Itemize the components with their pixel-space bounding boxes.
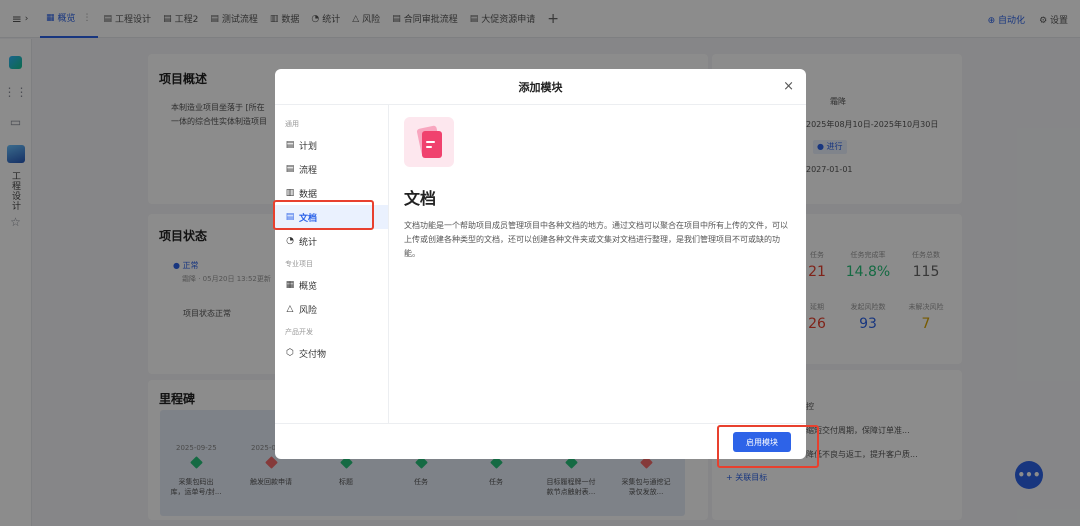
- module-item-label: 统计: [299, 237, 318, 248]
- module-item-label: 计划: [299, 141, 318, 152]
- close-icon[interactable]: ×: [783, 79, 794, 94]
- module-item[interactable]: ▤ 计划: [275, 133, 388, 157]
- module-item-label: 交付物: [299, 349, 327, 360]
- highlight-box: [273, 200, 374, 230]
- module-group-label: 产品开发: [285, 328, 313, 336]
- module-item[interactable]: ◔ 统计: [275, 229, 388, 253]
- module-item-icon: ▤: [285, 140, 295, 150]
- module-group-label: 专业项目: [285, 260, 313, 268]
- module-item-label: 数据: [299, 189, 318, 200]
- module-item-icon: △: [286, 304, 294, 314]
- module-item[interactable]: ▤ 流程: [275, 157, 388, 181]
- module-item-icon: ⬡: [286, 348, 294, 358]
- add-module-dialog: 添加模块 × 通用 ▤ 计划 ▤ 流程 ▥ 数据 ▤ 文档 ◔ 统计 专业项目 ▦ 概览 △ 风险 产品开发 ⬡ 交…: [275, 69, 806, 459]
- document-module-icon: [404, 117, 454, 167]
- module-item-icon: ▥: [285, 188, 295, 198]
- module-name: 文档: [404, 189, 437, 208]
- module-detail: 文档 文档功能是一个帮助项目成员管理项目中各种文档的地方。通过文档可以聚合在项目…: [404, 117, 799, 261]
- module-group-label: 通用: [285, 120, 299, 128]
- module-item-icon: ◔: [286, 236, 294, 246]
- module-list: 通用 ▤ 计划 ▤ 流程 ▥ 数据 ▤ 文档 ◔ 统计 专业项目 ▦ 概览 △ 风险 产品开发 ⬡ 交付物: [275, 105, 389, 423]
- module-description: 文档功能是一个帮助项目成员管理项目中各种文档的地方。通过文档可以聚合在项目中所有…: [404, 221, 788, 258]
- module-item[interactable]: △ 风险: [275, 297, 388, 321]
- module-item-label: 风险: [299, 305, 318, 316]
- module-item-icon: ▦: [285, 280, 295, 290]
- module-item-label: 概览: [299, 281, 318, 292]
- module-item-icon: ▤: [285, 164, 295, 174]
- module-item[interactable]: ⬡ 交付物: [275, 341, 388, 365]
- module-item-label: 流程: [299, 165, 318, 176]
- dialog-title: 添加模块: [518, 80, 563, 94]
- module-item[interactable]: ▦ 概览: [275, 273, 388, 297]
- highlight-box: [717, 425, 819, 468]
